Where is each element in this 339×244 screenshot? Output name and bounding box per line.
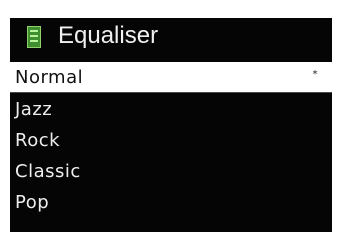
menu-item-classic[interactable]: Classic	[10, 156, 332, 187]
selected-indicator-icon: *	[312, 69, 318, 80]
menu-item-label: Pop	[15, 192, 50, 213]
menu-item-label: Normal	[15, 67, 84, 88]
equaliser-icon	[27, 26, 41, 48]
menu-item-pop[interactable]: Pop	[10, 187, 332, 218]
device-screen: Equaliser Normal * Jazz Rock Classic Pop	[10, 18, 332, 232]
equaliser-header: Equaliser	[10, 18, 332, 63]
menu-item-rock[interactable]: Rock	[10, 125, 332, 156]
menu-item-label: Classic	[15, 161, 81, 182]
menu-item-jazz[interactable]: Jazz	[10, 94, 332, 125]
menu-item-normal[interactable]: Normal *	[10, 62, 332, 93]
menu-item-label: Rock	[15, 130, 61, 151]
menu-item-label: Jazz	[15, 99, 53, 120]
page-title: Equaliser	[58, 22, 159, 49]
